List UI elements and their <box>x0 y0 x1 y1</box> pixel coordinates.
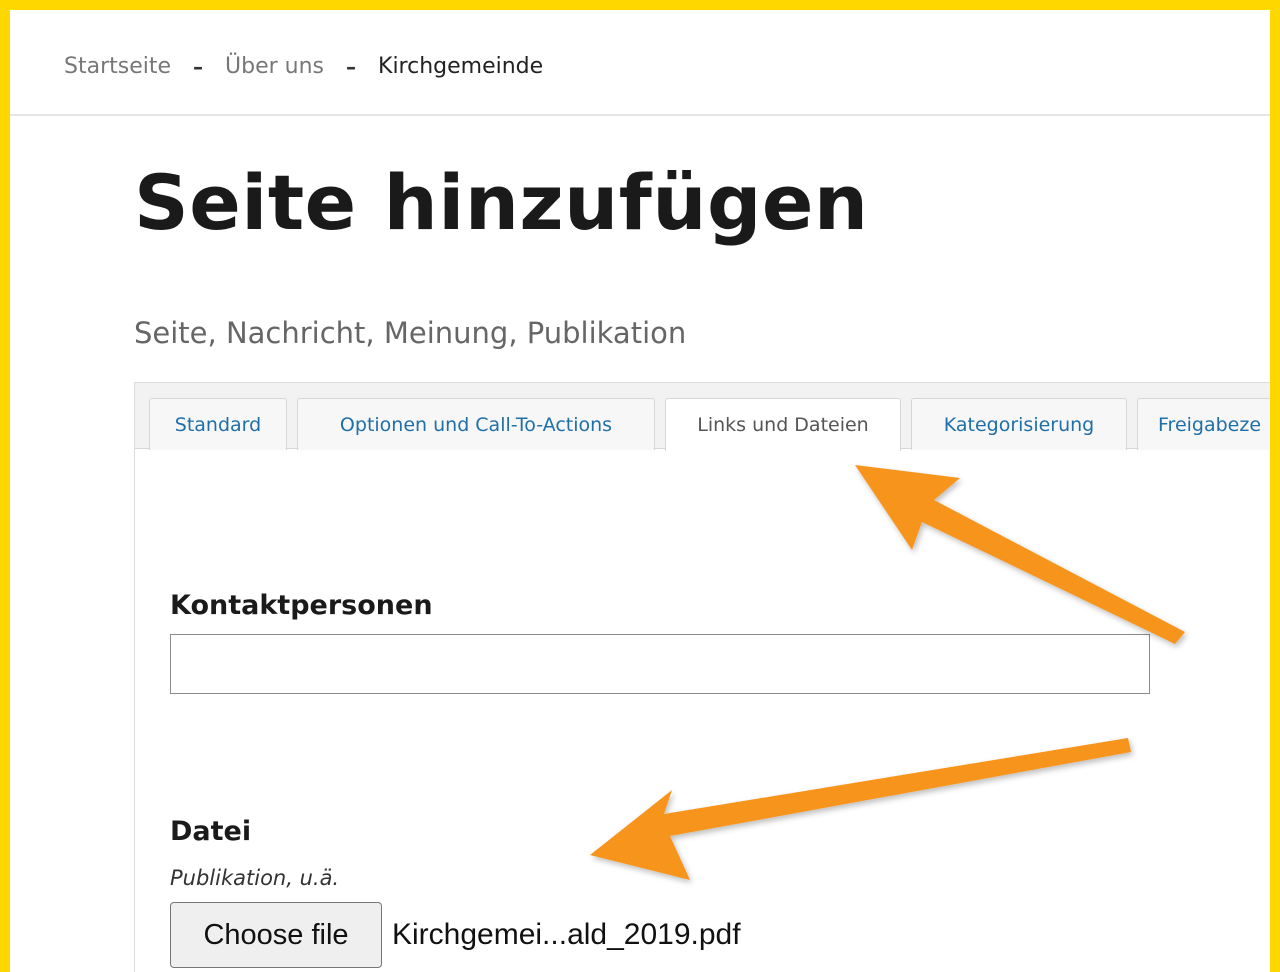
breadcrumb-bar: Startseite – Über uns – Kirchgemeinde <box>10 10 1270 116</box>
breadcrumb-item-home[interactable]: Startseite <box>64 54 171 79</box>
contacts-label: Kontaktpersonen <box>170 590 433 621</box>
tab-release[interactable]: Freigabeze <box>1137 398 1270 450</box>
tab-options-call-to-actions[interactable]: Optionen und Call-To-Actions <box>297 398 655 450</box>
tab-bar: Standard Optionen und Call-To-Actions Li… <box>135 383 1270 451</box>
breadcrumb-separator: – <box>346 54 357 79</box>
page-title: Seite hinzufügen <box>134 158 869 247</box>
file-input: Choose file Kirchgemei...ald_2019.pdf <box>170 902 741 968</box>
breadcrumb-item-current: Kirchgemeinde <box>378 54 544 79</box>
selected-file-name: Kirchgemei...ald_2019.pdf <box>392 918 741 951</box>
file-label: Datei <box>170 816 252 847</box>
file-hint: Publikation, u.ä. <box>170 866 340 890</box>
breadcrumb: Startseite – Über uns – Kirchgemeinde <box>64 54 543 79</box>
breadcrumb-separator: – <box>193 54 204 79</box>
choose-file-button[interactable]: Choose file <box>170 902 382 968</box>
tab-categorization[interactable]: Kategorisierung <box>911 398 1127 450</box>
screenshot-frame: Startseite – Über uns – Kirchgemeinde Se… <box>0 0 1280 972</box>
page-subtitle: Seite, Nachricht, Meinung, Publikation <box>134 316 687 350</box>
tab-standard[interactable]: Standard <box>149 398 287 450</box>
contacts-input[interactable] <box>170 634 1150 694</box>
tab-links-and-files[interactable]: Links und Dateien <box>665 398 901 451</box>
breadcrumb-item-about[interactable]: Über uns <box>225 54 324 79</box>
